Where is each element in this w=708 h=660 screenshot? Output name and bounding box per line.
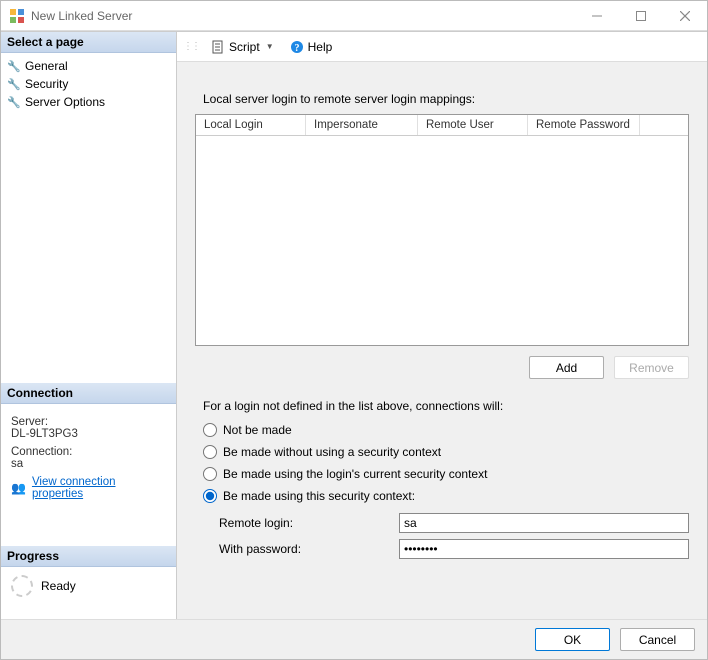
nav-item-server-options[interactable]: 🔧 Server Options	[1, 93, 176, 111]
grid-header: Local Login Impersonate Remote User Remo…	[196, 115, 688, 136]
select-page-header: Select a page	[1, 32, 176, 53]
connection-info: Server: DL-9LT3PG3 Connection: sa 👥 View…	[1, 404, 176, 506]
wrench-icon: 🔧	[7, 78, 21, 91]
grid-body[interactable]	[196, 136, 688, 345]
help-button[interactable]: ? Help	[284, 38, 339, 56]
view-connection-properties-link[interactable]: View connection properties	[32, 476, 166, 500]
column-local-login[interactable]: Local Login	[196, 115, 306, 135]
column-remote-password[interactable]: Remote Password	[528, 115, 640, 135]
close-button[interactable]	[663, 1, 707, 30]
connection-header: Connection	[1, 383, 176, 404]
dropdown-caret-icon: ▼	[266, 42, 274, 51]
cancel-button[interactable]: Cancel	[620, 628, 695, 651]
progress-value: Ready	[41, 579, 76, 593]
app-icon	[9, 8, 25, 24]
ok-button[interactable]: OK	[535, 628, 610, 651]
nav-item-label: General	[25, 59, 68, 73]
add-button[interactable]: Add	[529, 356, 604, 379]
right-panel: ⋮⋮ Script ▼ ? Help Local server login to…	[177, 32, 707, 619]
help-icon: ?	[290, 40, 304, 54]
credentials-grid: Remote login: With password:	[219, 513, 689, 559]
progress-header: Progress	[1, 546, 176, 567]
radio-label: Be made using this security context:	[223, 489, 415, 503]
connection-props-icon: 👥	[11, 481, 26, 495]
nav-list: 🔧 General 🔧 Security 🔧 Server Options	[1, 53, 176, 115]
nav-item-security[interactable]: 🔧 Security	[1, 75, 176, 93]
script-icon	[211, 40, 225, 54]
wrench-icon: 🔧	[7, 96, 21, 109]
script-label: Script	[229, 40, 260, 54]
nav-item-label: Security	[25, 77, 68, 91]
login-mappings-grid[interactable]: Local Login Impersonate Remote User Remo…	[195, 114, 689, 346]
maximize-button[interactable]	[619, 1, 663, 30]
left-panel: Select a page 🔧 General 🔧 Security 🔧 Ser…	[1, 32, 177, 619]
column-spacer	[640, 115, 688, 135]
radio-not-made[interactable]: Not be made	[203, 423, 689, 437]
radio-label: Be made without using a security context	[223, 445, 441, 459]
column-remote-user[interactable]: Remote User	[418, 115, 528, 135]
minimize-button[interactable]	[575, 1, 619, 30]
help-label: Help	[308, 40, 333, 54]
radio-login-security-context[interactable]: Be made using the login's current securi…	[203, 467, 689, 481]
titlebar: New Linked Server	[1, 1, 707, 31]
remote-login-label: Remote login:	[219, 516, 399, 530]
security-page: Local server login to remote server logi…	[177, 62, 707, 619]
with-password-label: With password:	[219, 542, 399, 556]
radio-this-security-context[interactable]: Be made using this security context:	[203, 489, 689, 503]
radio-this-ctx-input[interactable]	[203, 489, 217, 503]
window-title: New Linked Server	[31, 9, 575, 23]
with-password-input[interactable]	[399, 539, 689, 559]
connection-label: Connection:	[11, 446, 166, 458]
mappings-label: Local server login to remote server logi…	[203, 92, 689, 106]
dialog-footer: OK Cancel	[1, 619, 707, 659]
connection-options: Not be made Be made without using a secu…	[203, 423, 689, 503]
server-label: Server:	[11, 416, 166, 428]
window-controls	[575, 1, 707, 30]
wrench-icon: 🔧	[7, 60, 21, 73]
radio-not-made-input[interactable]	[203, 423, 217, 437]
script-button[interactable]: Script ▼	[205, 38, 280, 56]
remote-login-input[interactable]	[399, 513, 689, 533]
svg-text:?: ?	[294, 43, 299, 54]
toolbar: ⋮⋮ Script ▼ ? Help	[177, 32, 707, 62]
column-impersonate[interactable]: Impersonate	[306, 115, 418, 135]
radio-no-ctx-input[interactable]	[203, 445, 217, 459]
progress-row: Ready	[1, 567, 176, 605]
radio-label: Be made using the login's current securi…	[223, 467, 487, 481]
radio-label: Not be made	[223, 423, 292, 437]
nav-item-general[interactable]: 🔧 General	[1, 57, 176, 75]
connection-value: sa	[11, 458, 166, 470]
radio-login-ctx-input[interactable]	[203, 467, 217, 481]
toolbar-grip-icon: ⋮⋮	[183, 41, 199, 52]
remove-button[interactable]: Remove	[614, 356, 689, 379]
nav-item-label: Server Options	[25, 95, 105, 109]
progress-spinner-icon	[11, 575, 33, 597]
radio-no-security-context[interactable]: Be made without using a security context	[203, 445, 689, 459]
server-value: DL-9LT3PG3	[11, 428, 166, 440]
options-label: For a login not defined in the list abov…	[203, 399, 689, 413]
